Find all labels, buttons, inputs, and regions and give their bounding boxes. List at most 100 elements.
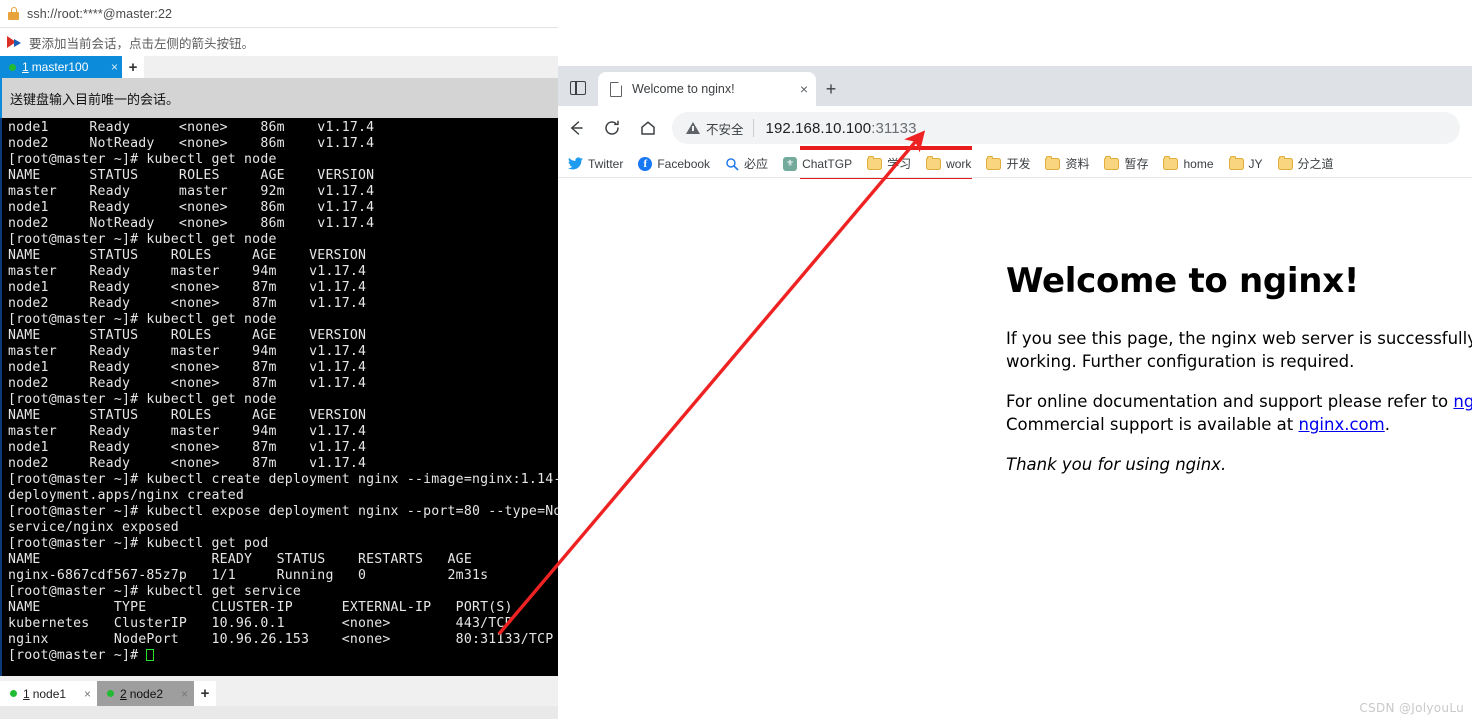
terminal-line: master Ready master 92m v1.17.4: [8, 184, 375, 199]
status-dot-icon: [107, 690, 114, 697]
terminal-line: node1 Ready <none> 87m v1.17.4: [8, 440, 367, 455]
terminal-line: node1 Ready <none> 87m v1.17.4: [8, 360, 367, 375]
terminal-line: master Ready master 94m v1.17.4: [8, 264, 367, 279]
reload-button[interactable]: [594, 110, 630, 146]
home-button[interactable]: [630, 110, 666, 146]
session-tab-node2[interactable]: 2 node2 ×: [97, 681, 194, 706]
session-tab-node1[interactable]: 1 node1 ×: [0, 681, 97, 706]
terminal-line: master Ready master 94m v1.17.4: [8, 424, 367, 439]
folder-icon: [1163, 155, 1179, 170]
bookmark-item[interactable]: 开发: [986, 155, 1030, 172]
tab-index: 1: [22, 60, 29, 74]
close-icon[interactable]: ×: [173, 687, 188, 701]
intro-line-2: working. Further configuration is requir…: [1006, 352, 1355, 371]
folder-icon: [1104, 155, 1120, 170]
terminal-line: node2 NotReady <none> 86m v1.17.4: [8, 216, 375, 231]
security-label: 不安全: [706, 122, 744, 137]
new-session-tab-button[interactable]: +: [122, 56, 144, 78]
folder-icon: [986, 155, 1002, 170]
terminal-line: node1 Ready <none> 87m v1.17.4: [8, 280, 367, 295]
folder-icon: [1228, 155, 1244, 170]
tab-label: node1: [32, 686, 67, 701]
terminal-line: node2 Ready <none> 87m v1.17.4: [8, 456, 367, 471]
terminal-line: node2 Ready <none> 87m v1.17.4: [8, 296, 367, 311]
browser-tabstrip: Welcome to nginx! × +: [558, 66, 1472, 106]
page-favicon-icon: [610, 81, 623, 97]
status-dot-icon: [9, 63, 16, 71]
bookmark-item[interactable]: f Facebook: [638, 156, 710, 171]
terminal-line: [root@master ~]# kubectl get node: [8, 232, 277, 247]
arrow-hint-icon: [7, 35, 23, 49]
terminal-line: [root@master ~]# kubectl get service: [8, 584, 302, 599]
bookmark-item[interactable]: 必应: [725, 155, 768, 172]
new-session-tab-button-bottom[interactable]: +: [194, 681, 216, 706]
chatgpt-icon: ⚜: [783, 156, 798, 171]
facebook-icon: f: [638, 156, 653, 171]
folder-icon: [867, 155, 883, 170]
bookmark-label: 必应: [744, 157, 769, 171]
docs-prefix: For online documentation and support ple…: [1006, 392, 1454, 411]
session-hint-text: 要添加当前会话，点击左侧的箭头按钮。: [29, 36, 255, 51]
bookmark-label: ChatTGP: [802, 156, 853, 171]
nginx-com-link[interactable]: nginx.com: [1299, 415, 1385, 434]
browser-toolbar: 不安全 192.168.10.100:31133: [558, 106, 1472, 180]
terminal-output: node1 Ready <none> 86m v1.17.4 node2 NotR…: [2, 118, 558, 664]
nginx-welcome-page: Welcome to nginx! If you see this page, …: [558, 179, 1472, 476]
terminal-line: NAME TYPE CLUSTER-IP EXTERNAL-IP PORT(S): [8, 600, 513, 615]
url-port: :31133: [871, 119, 917, 137]
panel-icon: [570, 81, 586, 95]
bookmark-item[interactable]: work: [926, 155, 971, 171]
terminal-line: [root@master ~]# kubectl create deployme…: [8, 472, 558, 487]
bookmark-label: JY: [1248, 156, 1263, 171]
status-dot-icon: [10, 690, 17, 697]
session-note: 送键盘输入目前唯一的会话。: [0, 78, 558, 118]
browser-tab-nginx[interactable]: Welcome to nginx! ×: [598, 72, 816, 106]
new-tab-button[interactable]: +: [816, 72, 846, 106]
session-tab-master100[interactable]: 1 master100 ×: [0, 56, 122, 78]
nginx-org-link[interactable]: nginx.org: [1453, 392, 1472, 411]
address-bar[interactable]: 不安全 192.168.10.100:31133: [672, 112, 1460, 144]
terminal-line: node2 Ready <none> 87m v1.17.4: [8, 376, 367, 391]
lock-icon: [8, 7, 19, 20]
intro-line-1: If you see this page, the nginx web serv…: [1006, 329, 1472, 348]
intro-paragraph: If you see this page, the nginx web serv…: [1006, 327, 1472, 373]
terminal-line: [root@master ~]# kubectl get node: [8, 312, 277, 327]
bookmark-item[interactable]: JY: [1228, 155, 1263, 171]
screen-root: ssh://root:****@master:22 要添加当前会话，点击左侧的箭…: [0, 0, 1472, 719]
terminal-prompt-line: [root@master ~]#: [8, 648, 558, 664]
close-icon[interactable]: ×: [794, 81, 808, 97]
page-title: Welcome to nginx!: [1006, 261, 1360, 301]
bookmark-item[interactable]: home: [1163, 155, 1214, 171]
terminal-line: NAME STATUS ROLES AGE VERSION: [8, 408, 367, 423]
session-tabstrip-bottom: 1 node1 × 2 node2 × +: [0, 681, 558, 706]
terminal-line: service/nginx exposed: [8, 520, 179, 535]
close-icon[interactable]: ×: [103, 60, 118, 74]
session-hint-bar: 要添加当前会话，点击左侧的箭头按钮。: [0, 28, 558, 56]
folder-icon: [1277, 155, 1293, 170]
tab-label: master100: [31, 60, 89, 74]
tab-index: 2: [120, 686, 127, 701]
page-viewport: Welcome to nginx! If you see this page, …: [558, 179, 1472, 719]
tab-label: node2: [129, 686, 164, 701]
folder-icon: [926, 155, 942, 170]
bookmark-item[interactable]: 资料: [1045, 155, 1089, 172]
window-title-bar: ssh://root:****@master:22: [0, 0, 558, 28]
bookmark-label: 开发: [1006, 157, 1031, 171]
bookmark-item[interactable]: 学习: [867, 155, 911, 172]
docs-paragraph: For online documentation and support ple…: [1006, 390, 1472, 436]
bookmark-item[interactable]: ⚜ ChatTGP: [783, 156, 853, 171]
terminal-screen[interactable]: node1 Ready <none> 86m v1.17.4 node2 NotR…: [0, 118, 558, 676]
tab-search-button[interactable]: [558, 70, 598, 106]
bookmark-item[interactable]: 暂存: [1104, 155, 1148, 172]
back-button[interactable]: [558, 110, 594, 146]
close-icon[interactable]: ×: [76, 687, 91, 701]
terminal-line: deployment.apps/nginx created: [8, 488, 245, 503]
bookmark-item[interactable]: Twitter: [568, 157, 623, 171]
chrome-browser-window: Welcome to nginx! × + 不安全 192.168.10.100…: [558, 66, 1472, 719]
divider: [752, 119, 754, 137]
bookmark-item[interactable]: 分之道: [1277, 155, 1334, 172]
bookmark-label: 资料: [1065, 157, 1090, 171]
terminal-line: node1 Ready <none> 86m v1.17.4: [8, 120, 375, 135]
terminal-line: NAME STATUS ROLES AGE VERSION: [8, 248, 367, 263]
commercial-prefix: Commercial support is available at: [1006, 415, 1299, 434]
